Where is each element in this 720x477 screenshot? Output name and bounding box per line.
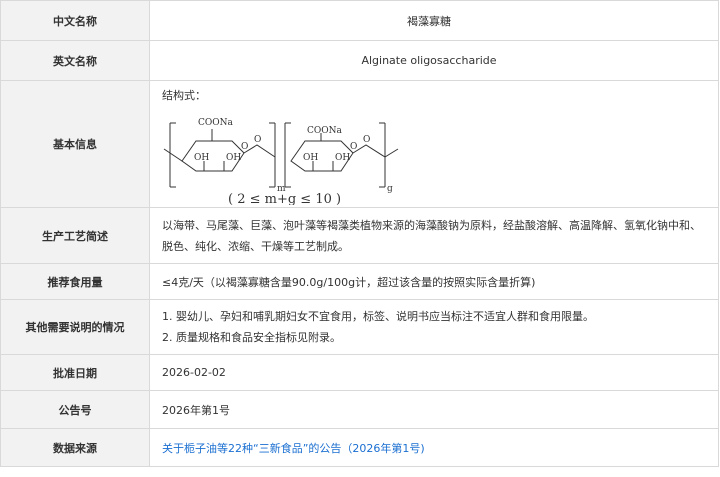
source-value: 关于栀子油等22种“三新食品”的公告（2026年第1号) — [149, 428, 719, 467]
notes-value: 1. 婴幼儿、孕妇和哺乳期妇女不宜食用，标签、说明书应当标注不适宜人群和食用限量… — [149, 299, 719, 355]
basic-info-label: 基本信息 — [0, 80, 150, 208]
process-label: 生产工艺简述 — [0, 207, 150, 264]
bulletin-no-label: 公告号 — [0, 390, 150, 429]
row-bulletin-no: 公告号 2026年第1号 — [0, 390, 719, 429]
bulletin-no-value: 2026年第1号 — [149, 390, 719, 429]
notes-label: 其他需要说明的情况 — [0, 299, 150, 355]
row-approval-date: 批准日期 2026-02-02 — [0, 354, 719, 391]
row-intake: 推荐食用量 ≤4克/天（以褐藻寡糖含量90.0g/100g计，超过该含量的按照实… — [0, 263, 719, 300]
source-link[interactable]: 关于栀子油等22种“三新食品”的公告（2026年第1号) — [162, 442, 425, 455]
structural-formula: COONa OH OH O O m COONa OH OH O O g ( 2 … — [163, 118, 399, 205]
source-label: 数据来源 — [0, 428, 150, 467]
oh-2b: OH — [335, 153, 350, 163]
row-en-name: 英文名称 Alginate oligosaccharide — [0, 40, 719, 81]
intake-value: ≤4克/天（以褐藻寡糖含量90.0g/100g计，超过该含量的按照实际含量折算) — [149, 263, 719, 300]
oh-2a: OH — [303, 153, 318, 163]
en-name-label: 英文名称 — [0, 40, 150, 81]
cn-name-label: 中文名称 — [0, 0, 150, 41]
row-basic-info: 基本信息 结构式： COONa OH OH O O m COONa OH OH … — [0, 80, 719, 208]
approval-date-label: 批准日期 — [0, 354, 150, 391]
oxygen-2: O — [350, 142, 357, 152]
oh-1b: OH — [226, 153, 241, 163]
coona-2: COONa — [307, 126, 343, 136]
oxygen-link-1: O — [254, 135, 261, 145]
structure-label: 结构式： — [162, 89, 206, 102]
notes-item-1: 1. 婴幼儿、孕妇和哺乳期妇女不宜食用，标签、说明书应当标注不适宜人群和食用限量… — [162, 310, 594, 323]
oh-1a: OH — [194, 153, 209, 163]
row-process: 生产工艺简述 以海带、马尾藻、巨藻、泡叶藻等褐藻类植物来源的海藻酸钠为原料，经盐… — [0, 207, 719, 264]
notes-item-2: 2. 质量规格和食品安全指标见附录。 — [162, 331, 341, 344]
coona-1: COONa — [198, 118, 234, 128]
row-source: 数据来源 关于栀子油等22种“三新食品”的公告（2026年第1号) — [0, 428, 719, 467]
oxygen-link-2: O — [363, 135, 370, 145]
oxygen-1: O — [241, 142, 248, 152]
process-value: 以海带、马尾藻、巨藻、泡叶藻等褐藻类植物来源的海藻酸钠为原料，经盐酸溶解、高温降… — [149, 207, 719, 264]
approval-date-value: 2026-02-02 — [149, 354, 719, 391]
subscript-g: g — [387, 184, 393, 194]
formula-constraint: ( 2 ≤ m+g ≤ 10 ) — [228, 192, 341, 205]
row-notes: 其他需要说明的情况 1. 婴幼儿、孕妇和哺乳期妇女不宜食用，标签、说明书应当标注… — [0, 299, 719, 355]
intake-label: 推荐食用量 — [0, 263, 150, 300]
cn-name-value: 褐藻寡糖 — [149, 0, 719, 41]
info-table: 中文名称 褐藻寡糖 英文名称 Alginate oligosaccharide … — [0, 0, 719, 467]
row-cn-name: 中文名称 褐藻寡糖 — [0, 0, 719, 41]
en-name-value: Alginate oligosaccharide — [149, 40, 719, 81]
basic-info-value: 结构式： COONa OH OH O O m COONa OH OH O O g… — [149, 80, 719, 208]
